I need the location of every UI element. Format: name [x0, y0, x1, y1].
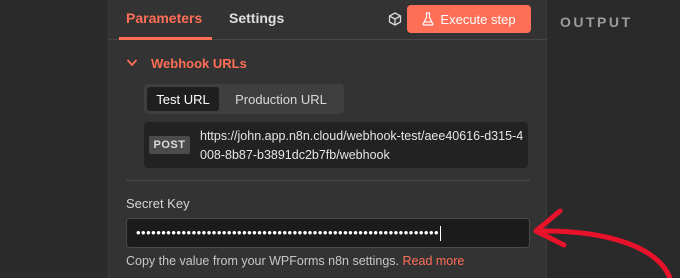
tab-production-url[interactable]: Production URL [224, 87, 338, 111]
secret-key-label: Secret Key [126, 196, 190, 211]
divider [126, 180, 530, 181]
tab-test-url[interactable]: Test URL [147, 87, 219, 111]
webhook-url[interactable]: https://john.app.n8n.cloud/webhook-test/… [200, 127, 530, 165]
http-method-badge: POST [149, 136, 190, 154]
execute-step-label: Execute step [440, 11, 516, 27]
read-more-link[interactable]: Read more [403, 254, 465, 268]
tab-parameters[interactable]: Parameters [126, 10, 202, 26]
red-arrow-annotation [533, 208, 673, 278]
hint-text: Copy the value from your WPForms n8n set… [126, 254, 400, 268]
node-editor: Parameters Settings Execute step Webhook… [0, 0, 680, 278]
cube-icon[interactable] [387, 11, 403, 27]
webhook-url-box[interactable]: POST https://john.app.n8n.cloud/webhook-… [144, 122, 528, 168]
parameters-panel: Parameters Settings Execute step Webhook… [108, 0, 547, 278]
output-title: OUTPUT [560, 14, 633, 30]
chevron-down-icon [127, 59, 137, 66]
panel-tabs-bar: Parameters Settings Execute step [109, 0, 546, 40]
secret-key-input[interactable]: ••••••••••••••••••••••••••••••••••••••••… [126, 218, 530, 248]
flask-icon [422, 12, 434, 26]
tab-settings[interactable]: Settings [229, 10, 284, 26]
execute-step-button[interactable]: Execute step [407, 5, 531, 33]
webhook-urls-title: Webhook URLs [151, 55, 247, 71]
left-panel [0, 0, 108, 278]
active-tab-indicator [119, 37, 212, 40]
url-type-switch: Test URL Production URL [144, 84, 344, 114]
secret-key-hint: Copy the value from your WPForms n8n set… [126, 254, 464, 268]
webhook-urls-toggle[interactable]: Webhook URLs [127, 54, 247, 72]
